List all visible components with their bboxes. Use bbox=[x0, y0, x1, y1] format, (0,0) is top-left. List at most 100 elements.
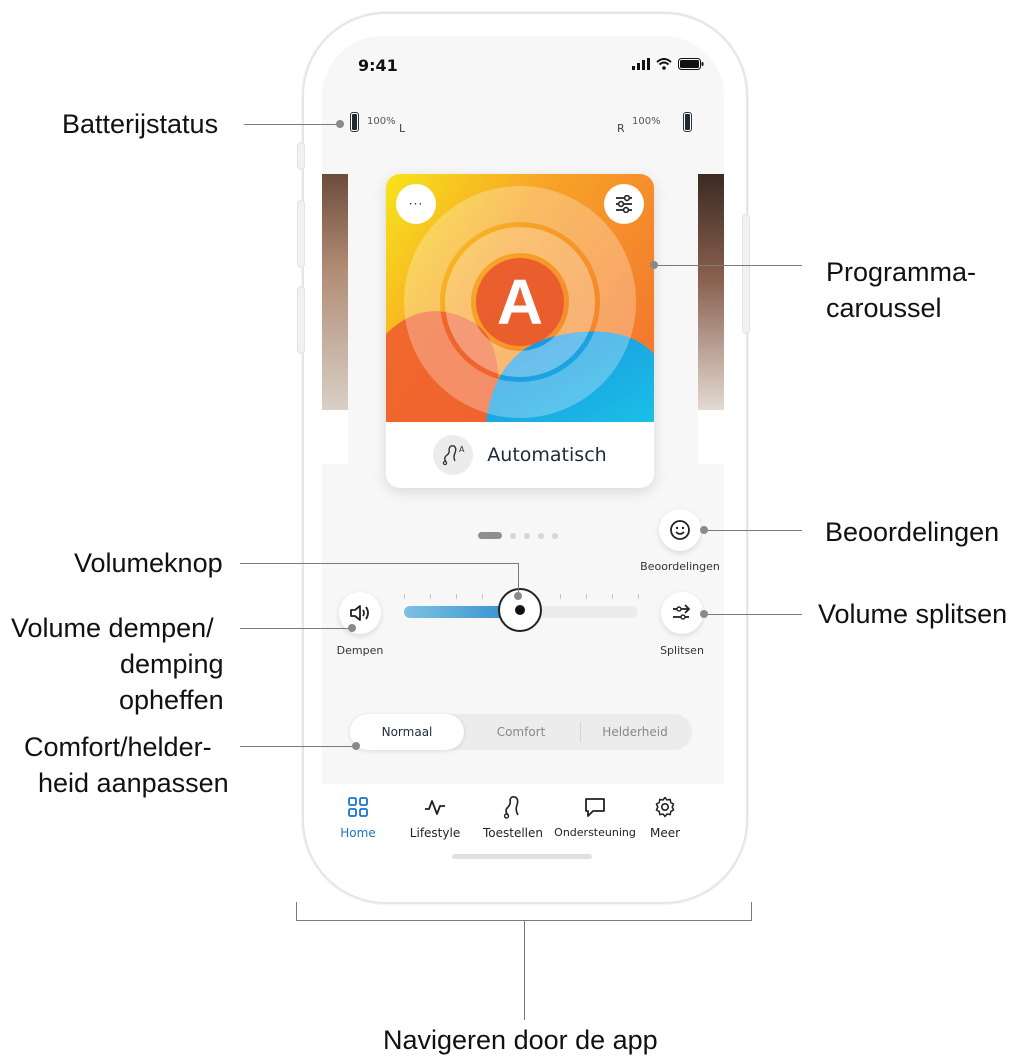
phone-side-button-left-3 bbox=[297, 286, 305, 354]
volume-tick bbox=[482, 594, 483, 599]
feedback-button[interactable] bbox=[659, 509, 701, 551]
program-card[interactable]: A ··· A Automatisch bbox=[386, 174, 654, 488]
more-dots-icon: ··· bbox=[408, 197, 424, 211]
phone-screen: 9:41 100% L R 100% A ··· A Automatisch B… bbox=[322, 36, 724, 882]
callout-nav-stem bbox=[524, 920, 525, 1020]
status-icons bbox=[632, 58, 704, 70]
callout-split: Volume splitsen bbox=[818, 599, 1008, 629]
callout-carousel-pin bbox=[650, 261, 658, 269]
cellular-signal-icon bbox=[632, 58, 650, 70]
home-indicator[interactable] bbox=[452, 854, 592, 859]
segment-normal-label: Normaal bbox=[381, 725, 433, 739]
carousel-next-card[interactable] bbox=[698, 174, 724, 464]
bottom-tab-bar: Home Lifestyle Toestellen Ondersteuning … bbox=[322, 784, 724, 882]
wifi-icon bbox=[656, 58, 672, 70]
callout-nav-bracket-left bbox=[296, 902, 297, 920]
left-battery-percent: 100% bbox=[367, 116, 396, 127]
smiley-icon bbox=[670, 520, 690, 540]
callout-mute-pin bbox=[348, 624, 356, 632]
tab-more[interactable]: Meer bbox=[625, 794, 705, 840]
phone-side-button-left-2 bbox=[297, 200, 305, 268]
callout-feedback: Beoordelingen bbox=[825, 517, 1000, 547]
next-program-photo bbox=[698, 174, 724, 410]
program-card-footer: A Automatisch bbox=[386, 422, 654, 488]
program-settings-button[interactable] bbox=[604, 184, 644, 224]
speaker-icon bbox=[350, 605, 369, 621]
callout-mute-line3: opheffen bbox=[119, 685, 224, 715]
callout-nav-bracket-right bbox=[751, 902, 752, 920]
tab-lifestyle-label: Lifestyle bbox=[409, 826, 461, 840]
mute-label: Dempen bbox=[336, 644, 384, 657]
callout-volume-knob: Volumeknop bbox=[74, 548, 223, 578]
callout-carousel-line2: caroussel bbox=[826, 293, 942, 323]
segment-comfort-label: Comfort bbox=[496, 725, 546, 739]
gear-icon bbox=[655, 796, 675, 818]
right-battery-percent: 100% bbox=[632, 116, 661, 127]
page-dot[interactable] bbox=[538, 532, 544, 539]
status-bar: 9:41 bbox=[322, 36, 724, 96]
callout-battery-status: Batterijstatus bbox=[62, 109, 219, 139]
right-side-label: R bbox=[617, 122, 625, 135]
tab-lifestyle[interactable]: Lifestyle bbox=[395, 794, 475, 840]
feedback-label: Beoordelingen bbox=[640, 560, 720, 573]
previous-program-photo bbox=[322, 174, 348, 410]
callout-feedback-line bbox=[704, 530, 802, 531]
callout-mute-line1: Volume dempen/ bbox=[11, 613, 214, 643]
callout-split-line bbox=[704, 614, 802, 615]
tab-devices[interactable]: Toestellen bbox=[473, 794, 553, 840]
callout-battery-line bbox=[244, 124, 340, 125]
phone-side-button-right bbox=[742, 214, 750, 334]
callout-feedback-pin bbox=[700, 526, 708, 534]
hearing-aid-battery-status: 100% L R 100% bbox=[322, 112, 724, 138]
prog-icon-superscript: A bbox=[459, 445, 465, 454]
volume-tick bbox=[404, 594, 405, 599]
callout-carousel-line bbox=[656, 265, 802, 266]
activity-icon bbox=[425, 800, 445, 815]
tab-devices-label: Toestellen bbox=[482, 826, 543, 840]
sound-mode-segmented-control: Normaal Comfort Helderheid bbox=[350, 714, 692, 750]
segment-clarity-label: Helderheid bbox=[602, 725, 668, 739]
status-time: 9:41 bbox=[358, 56, 398, 75]
phone-battery-icon bbox=[678, 58, 704, 70]
page-dot[interactable] bbox=[510, 532, 516, 539]
callout-mute-line2: demping bbox=[120, 649, 224, 679]
volume-tick bbox=[560, 594, 561, 599]
split-label: Splitsen bbox=[660, 644, 704, 657]
callout-comfort-pin bbox=[352, 742, 360, 750]
tab-home[interactable]: Home bbox=[322, 794, 398, 840]
callout-navigate: Navigeren door de app bbox=[383, 1025, 658, 1055]
page-dot[interactable] bbox=[552, 532, 558, 539]
volume-tick bbox=[456, 594, 457, 599]
tab-home-label: Home bbox=[340, 826, 376, 840]
grid-icon bbox=[348, 797, 368, 817]
volume-tick bbox=[586, 594, 587, 599]
carousel-previous-card[interactable] bbox=[322, 174, 348, 464]
segment-clarity[interactable]: Helderheid bbox=[578, 714, 692, 750]
page-dot[interactable] bbox=[524, 532, 530, 539]
volume-tick bbox=[612, 594, 613, 599]
callout-comfort-line1: Comfort/helder- bbox=[24, 732, 212, 762]
left-side-label: L bbox=[399, 122, 406, 135]
tab-more-label: Meer bbox=[649, 826, 681, 840]
tab-support[interactable]: Ondersteuning bbox=[554, 794, 636, 839]
phone-side-button-left-1 bbox=[297, 142, 305, 170]
callout-carousel-line1: Programma- bbox=[826, 257, 977, 287]
page-dot-active[interactable] bbox=[478, 532, 502, 539]
segment-normal[interactable]: Normaal bbox=[350, 714, 464, 750]
hearing-aid-icon bbox=[503, 796, 519, 819]
chat-bubble-icon bbox=[585, 798, 605, 817]
callout-volume-knob-line-h bbox=[240, 563, 518, 564]
callout-volume-knob-pin bbox=[514, 592, 522, 600]
callout-comfort-line bbox=[240, 746, 356, 747]
volume-tick bbox=[430, 594, 431, 599]
left-battery-icon bbox=[350, 112, 359, 132]
equalizer-icon bbox=[616, 195, 632, 213]
program-more-button[interactable]: ··· bbox=[396, 184, 436, 224]
split-arrows-icon bbox=[673, 604, 691, 620]
callout-comfort-line2: heid aanpassen bbox=[38, 768, 229, 798]
tab-support-label: Ondersteuning bbox=[554, 826, 636, 839]
volume-knob-center bbox=[515, 605, 525, 615]
segment-comfort[interactable]: Comfort bbox=[464, 714, 578, 750]
split-volume-button[interactable] bbox=[661, 592, 703, 634]
program-name: Automatisch bbox=[487, 444, 607, 466]
